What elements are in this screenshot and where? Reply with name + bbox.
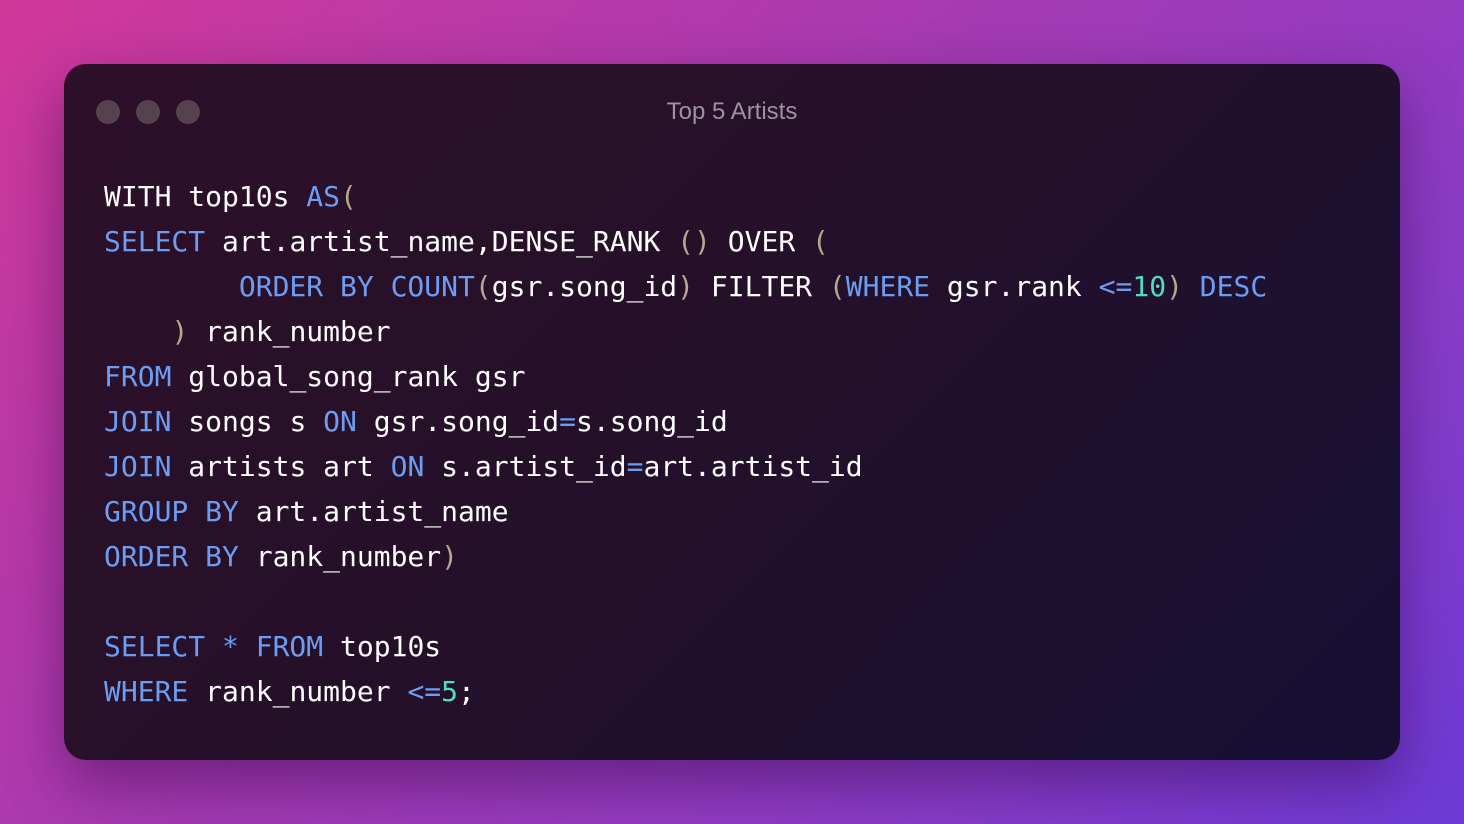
code-keyword: SELECT <box>104 225 206 258</box>
code-keyword: ORDER BY COUNT <box>238 270 475 303</box>
code-line: WHERE rank_number <=5; <box>104 669 1267 714</box>
code-paren: () <box>677 225 711 258</box>
code-window: Top 5 Artists WITH top10s AS(SELECT art.… <box>64 64 1400 760</box>
code-line: ORDER BY rank_number) <box>104 534 1267 579</box>
code-paren: ) <box>677 270 695 303</box>
code-paren: ( <box>828 270 846 303</box>
code-line: ) rank_number <box>104 309 1267 354</box>
window-title: Top 5 Artists <box>666 98 798 125</box>
code-text: art.artist_name <box>238 495 509 528</box>
code-text: art.artist_id <box>643 450 863 483</box>
code-text: gsr.song_id <box>491 270 678 303</box>
code-text: art.artist_name,DENSE_RANK <box>205 225 678 258</box>
code-number: 10 <box>1132 270 1167 303</box>
code-paren: ) <box>171 315 189 348</box>
code-keyword: WHERE <box>845 270 931 303</box>
code-line: SELECT * FROM top10s <box>104 624 1267 669</box>
code-text: OVER <box>710 225 813 258</box>
code-keyword: = <box>559 405 577 438</box>
code-keyword: ORDER BY <box>104 540 239 573</box>
code-line: WITH top10s AS( <box>104 174 1267 219</box>
code-keyword: SELECT * FROM <box>104 630 324 663</box>
code-paren: ( <box>812 225 829 258</box>
code-paren: ( <box>474 270 492 303</box>
code-keyword: JOIN <box>104 405 172 438</box>
code-text: s.artist_id <box>424 450 627 483</box>
code-line: GROUP BY art.artist_name <box>104 489 1267 534</box>
code-keyword: <= <box>1098 270 1133 303</box>
code-keyword: ON <box>323 405 357 438</box>
code-keyword: ON <box>390 450 425 483</box>
code-text: artists art <box>171 450 391 483</box>
code-keyword: WHERE <box>104 675 189 708</box>
code-text: rank_number <box>188 315 391 348</box>
code-text: global_song_rank gsr <box>171 360 526 393</box>
code-keyword: AS <box>306 180 341 213</box>
code-text: ; <box>458 675 475 708</box>
code-text: WITH top10s <box>104 180 307 213</box>
code-paren: ) <box>1166 270 1183 303</box>
code-line: FROM global_song_rank gsr <box>104 354 1267 399</box>
code-keyword: JOIN <box>104 450 172 483</box>
code-text: FILTER <box>694 270 829 303</box>
code-text: rank_number <box>238 540 442 573</box>
code-text: gsr.rank <box>930 270 1099 303</box>
code-paren: ( <box>340 180 357 213</box>
code-text: gsr.song_id <box>356 405 560 438</box>
code-keyword: <= <box>407 675 442 708</box>
code-line: JOIN songs s ON gsr.song_id=s.song_id <box>104 399 1267 444</box>
code-line: ORDER BY COUNT(gsr.song_id) FILTER (WHER… <box>104 264 1267 309</box>
code-block: WITH top10s AS(SELECT art.artist_name,DE… <box>104 174 1267 714</box>
code-number: 5 <box>441 675 459 708</box>
code-line: JOIN artists art ON s.artist_id=art.arti… <box>104 444 1267 489</box>
code-keyword: = <box>626 450 644 483</box>
code-keyword: DESC <box>1199 270 1268 303</box>
code-text: songs s <box>171 405 324 438</box>
code-line: SELECT art.artist_name,DENSE_RANK () OVE… <box>104 219 1267 264</box>
code-paren: ) <box>441 540 459 573</box>
code-text: s.song_id <box>576 405 728 438</box>
code-text: rank_number <box>188 675 408 708</box>
code-keyword: FROM <box>104 360 172 393</box>
code-keyword: GROUP BY <box>104 495 239 528</box>
code-text: top10s <box>323 630 442 663</box>
